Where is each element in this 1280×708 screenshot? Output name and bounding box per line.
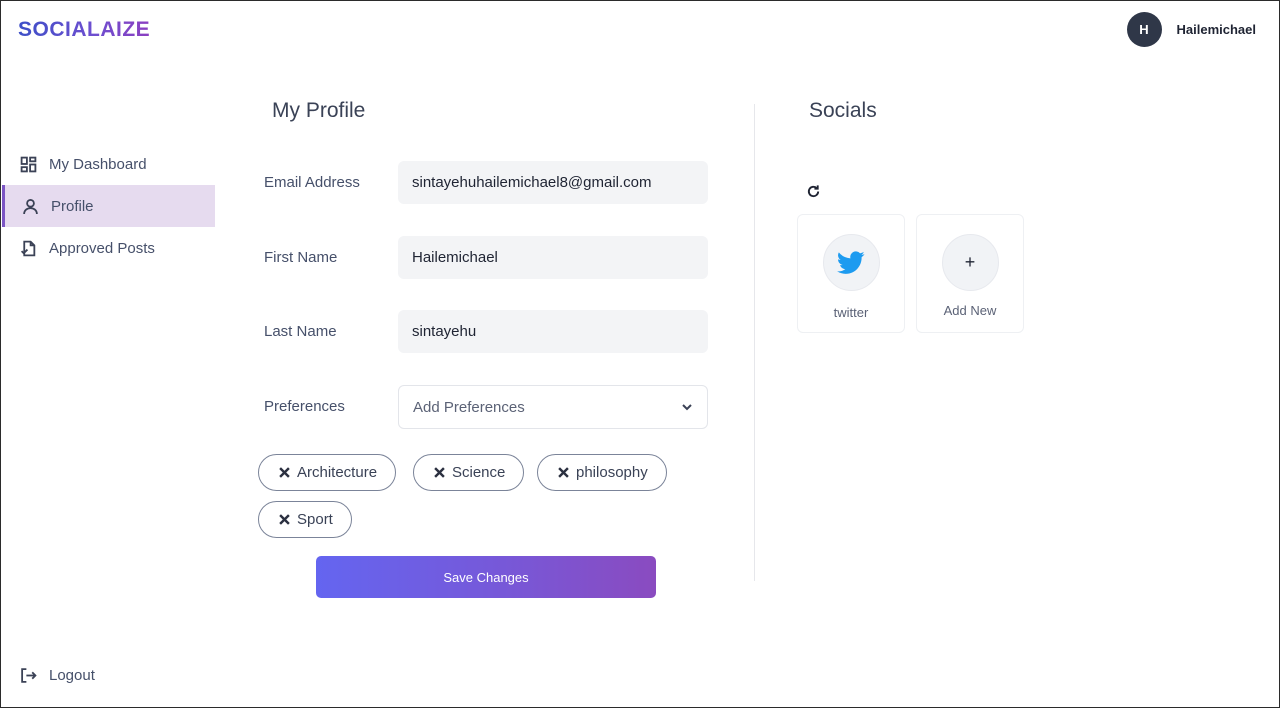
sidebar-item-label: My Dashboard [49, 155, 147, 173]
socials-title: Socials [809, 99, 877, 122]
preferences-select[interactable]: Add Preferences [398, 385, 708, 429]
logout-label: Logout [49, 667, 95, 684]
plus-icon-wrap: + [941, 234, 999, 291]
sidebar-item-label: Approved Posts [49, 239, 155, 257]
first-name-field[interactable] [398, 236, 708, 279]
twitter-icon [837, 250, 865, 274]
chevron-down-icon [682, 404, 692, 411]
document-icon [20, 240, 36, 256]
preference-chip-science: Science [413, 454, 525, 491]
user-icon [23, 198, 38, 214]
add-new-social-button[interactable]: + Add New [916, 214, 1024, 333]
last-name-field[interactable] [398, 310, 708, 353]
save-changes-button[interactable]: Save Changes [316, 556, 656, 598]
sidebar-item-dashboard[interactable]: My Dashboard [2, 143, 215, 185]
logout-button[interactable]: Logout [20, 667, 95, 684]
social-label: twitter [833, 305, 869, 320]
chip-label: Science [452, 464, 506, 481]
app-frame: SOCIALAIZE H Hailemichael My Dashboard P… [0, 0, 1280, 708]
avatar[interactable]: H [1126, 12, 1162, 47]
sidebar-item-profile[interactable]: Profile [2, 185, 215, 227]
close-icon[interactable] [434, 467, 445, 478]
brand-logo[interactable]: SOCIALAIZE [18, 18, 150, 42]
refresh-icon[interactable] [806, 184, 821, 199]
preference-chip-architecture: Architecture [258, 454, 397, 491]
sidebar-item-approved-posts[interactable]: Approved Posts [2, 227, 215, 269]
email-field[interactable] [398, 161, 708, 204]
chip-label: Sport [297, 511, 333, 528]
social-card-twitter[interactable]: twitter [797, 214, 905, 333]
first-name-label: First Name [264, 249, 338, 266]
preference-chip-sport: Sport [258, 501, 352, 538]
close-icon[interactable] [279, 467, 290, 478]
chip-label: philosophy [576, 464, 648, 481]
section-divider [754, 104, 755, 581]
email-label: Email Address [264, 174, 360, 191]
plus-icon: + [964, 252, 976, 272]
user-menu[interactable]: H Hailemichael [1126, 12, 1257, 47]
page-title: My Profile [272, 99, 366, 122]
preference-chip-philosophy: philosophy [537, 454, 667, 491]
social-label: Add New [943, 303, 997, 318]
close-icon[interactable] [279, 514, 290, 525]
chip-label: Architecture [297, 464, 378, 481]
preferences-placeholder: Add Preferences [413, 398, 525, 416]
close-icon[interactable] [558, 467, 569, 478]
twitter-icon-wrap [822, 234, 880, 291]
user-name: Hailemichael [1176, 22, 1257, 37]
dashboard-icon [20, 156, 37, 172]
last-name-label: Last Name [264, 323, 337, 340]
sidebar: My Dashboard Profile Approved Posts [2, 143, 215, 269]
logout-icon [21, 668, 37, 683]
sidebar-item-label: Profile [51, 197, 94, 215]
preferences-label: Preferences [264, 398, 345, 415]
